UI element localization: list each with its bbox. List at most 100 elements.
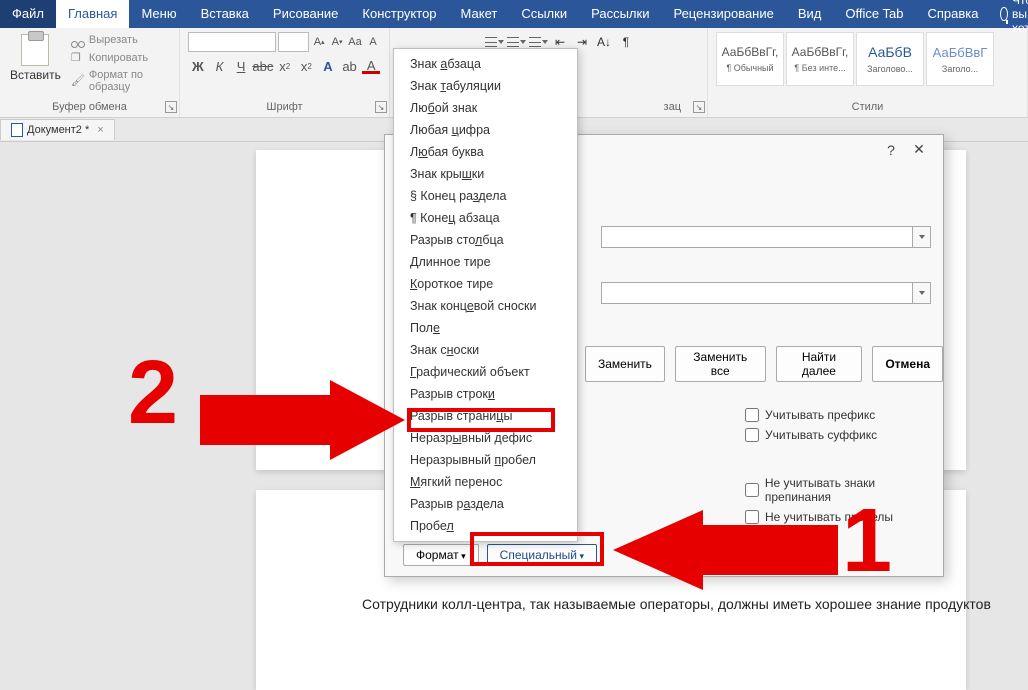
tab-menu[interactable]: Меню xyxy=(129,0,188,28)
text-effects-button[interactable]: A xyxy=(318,56,338,76)
special-menu-item-9[interactable]: Длинное тире xyxy=(394,251,577,273)
style-preview: АаБбВвГ xyxy=(933,45,988,60)
special-menu-item-11[interactable]: Знак концевой сноски xyxy=(394,295,577,317)
find-next-button[interactable]: Найти далее xyxy=(776,346,863,382)
replace-dropdown[interactable] xyxy=(913,282,931,304)
style-item-0[interactable]: АаБбВвГг,¶ Обычный xyxy=(716,32,784,86)
highlight-button[interactable]: ab xyxy=(340,56,360,76)
tab-mailings[interactable]: Рассылки xyxy=(579,0,661,28)
font-launcher[interactable]: ↘ xyxy=(375,101,387,113)
group-font: A▴ A▾ Aa A Ж К Ч abc x2 x2 A ab A Шрифт … xyxy=(180,28,390,117)
font-name-combo[interactable] xyxy=(188,32,276,52)
special-menu-item-5[interactable]: Знак крышки xyxy=(394,163,577,185)
tab-officetab[interactable]: Office Tab xyxy=(833,0,915,28)
special-menu-item-17[interactable]: Неразрывный дефис xyxy=(394,427,577,449)
paste-icon xyxy=(21,34,49,66)
replace-all-button[interactable]: Заменить все xyxy=(675,346,766,382)
format-painter-button[interactable]: 🖌 Формат по образцу xyxy=(69,68,171,94)
grow-font-button[interactable]: A▴ xyxy=(311,32,327,52)
find-dropdown[interactable] xyxy=(913,226,931,248)
copy-icon: ❐ xyxy=(71,51,85,65)
show-marks-button[interactable]: ¶ xyxy=(616,32,636,52)
special-menu-item-0[interactable]: Знак абзаца xyxy=(394,53,577,75)
special-menu-item-21[interactable]: Пробел xyxy=(394,515,577,537)
style-preview: АаБбВ xyxy=(868,44,912,60)
group-clipboard: Вставить Вырезать ❐ Копировать 🖌 Формат … xyxy=(0,28,180,117)
find-input[interactable] xyxy=(601,226,913,248)
dialog-help-button[interactable]: ? xyxy=(877,142,905,158)
style-item-1[interactable]: АаБбВвГг,¶ Без инте... xyxy=(786,32,854,86)
special-menu-item-2[interactable]: Любой знак xyxy=(394,97,577,119)
special-menu-item-18[interactable]: Неразрывный пробел xyxy=(394,449,577,471)
annotation-arrow-1 xyxy=(608,510,838,590)
tell-me[interactable]: Что вы хоти xyxy=(990,0,1028,28)
special-menu: Знак абзацаЗнак табуляцииЛюбой знакЛюбая… xyxy=(393,48,578,542)
special-menu-item-4[interactable]: Любая буква xyxy=(394,141,577,163)
superscript-button[interactable]: x2 xyxy=(297,56,317,76)
shrink-font-button[interactable]: A▾ xyxy=(329,32,345,52)
style-preview: АаБбВвГг, xyxy=(792,45,849,59)
font-group-label: Шрифт xyxy=(188,99,381,115)
special-menu-item-13[interactable]: Знак сноски xyxy=(394,339,577,361)
special-menu-item-7[interactable]: ¶ Конец абзаца xyxy=(394,207,577,229)
style-name: Заголо... xyxy=(927,64,993,74)
cut-button[interactable]: Вырезать xyxy=(69,32,171,48)
tab-layout[interactable]: Макет xyxy=(449,0,510,28)
dialog-close-button[interactable]: ✕ xyxy=(905,141,933,158)
style-name: Заголово... xyxy=(857,64,923,74)
special-dropdown-button[interactable]: Специальный xyxy=(487,544,597,566)
special-menu-item-10[interactable]: Короткое тире xyxy=(394,273,577,295)
font-color-button[interactable]: A xyxy=(361,56,381,76)
special-menu-item-8[interactable]: Разрыв столбца xyxy=(394,229,577,251)
replace-button[interactable]: Заменить xyxy=(585,346,665,382)
bold-button[interactable]: Ж xyxy=(188,56,208,76)
clear-format-button[interactable]: A xyxy=(365,32,381,52)
style-name: ¶ Обычный xyxy=(717,63,783,73)
special-menu-item-19[interactable]: Мягкий перенос xyxy=(394,471,577,493)
cut-label: Вырезать xyxy=(89,34,138,46)
tab-file[interactable]: Файл xyxy=(0,0,56,28)
style-item-2[interactable]: АаБбВ Заголово... xyxy=(856,32,924,86)
strike-button[interactable]: abc xyxy=(253,56,273,76)
italic-button[interactable]: К xyxy=(210,56,230,76)
special-menu-item-16[interactable]: Разрыв страницы xyxy=(394,405,577,427)
copy-button[interactable]: ❐ Копировать xyxy=(69,50,171,66)
paste-button[interactable]: Вставить xyxy=(8,32,63,84)
tab-design[interactable]: Конструктор xyxy=(350,0,448,28)
special-menu-item-6[interactable]: § Конец раздела xyxy=(394,185,577,207)
document-tab[interactable]: Документ2 * × xyxy=(0,119,115,140)
clipboard-launcher[interactable]: ↘ xyxy=(165,101,177,113)
tab-insert[interactable]: Вставка xyxy=(189,0,261,28)
tab-help[interactable]: Справка xyxy=(915,0,990,28)
subscript-button[interactable]: x2 xyxy=(275,56,295,76)
special-menu-item-14[interactable]: Графический объект xyxy=(394,361,577,383)
cancel-button[interactable]: Отмена xyxy=(872,346,943,382)
tab-drawing[interactable]: Рисование xyxy=(261,0,350,28)
font-size-combo[interactable] xyxy=(278,32,310,52)
document-text: Сотрудники колл-центра, так называемые о… xyxy=(362,596,991,612)
check-prefix[interactable]: Учитывать префикс xyxy=(745,408,943,422)
tab-view[interactable]: Вид xyxy=(786,0,834,28)
annotation-number-1: 1 xyxy=(842,490,892,593)
underline-button[interactable]: Ч xyxy=(231,56,251,76)
copy-label: Копировать xyxy=(89,52,148,64)
style-item-3[interactable]: АаБбВвГ Заголо... xyxy=(926,32,994,86)
replace-input[interactable] xyxy=(601,282,913,304)
special-menu-item-3[interactable]: Любая цифра xyxy=(394,119,577,141)
annotation-arrow-2 xyxy=(200,380,410,460)
styles-group-label: Стили xyxy=(716,99,1019,115)
close-icon[interactable]: × xyxy=(97,124,103,136)
sort-button[interactable]: A↓ xyxy=(594,32,614,52)
special-menu-item-20[interactable]: Разрыв раздела xyxy=(394,493,577,515)
scissors-icon xyxy=(71,33,85,47)
tab-references[interactable]: Ссылки xyxy=(509,0,579,28)
paragraph-launcher[interactable]: ↘ xyxy=(693,101,705,113)
special-menu-item-12[interactable]: Поле xyxy=(394,317,577,339)
tab-review[interactable]: Рецензирование xyxy=(661,0,785,28)
tab-home[interactable]: Главная xyxy=(56,0,129,28)
check-suffix[interactable]: Учитывать суффикс xyxy=(745,428,943,442)
format-dropdown-button[interactable]: Формат xyxy=(403,544,479,566)
change-case-button[interactable]: Aa xyxy=(347,32,363,52)
special-menu-item-15[interactable]: Разрыв строки xyxy=(394,383,577,405)
special-menu-item-1[interactable]: Знак табуляции xyxy=(394,75,577,97)
